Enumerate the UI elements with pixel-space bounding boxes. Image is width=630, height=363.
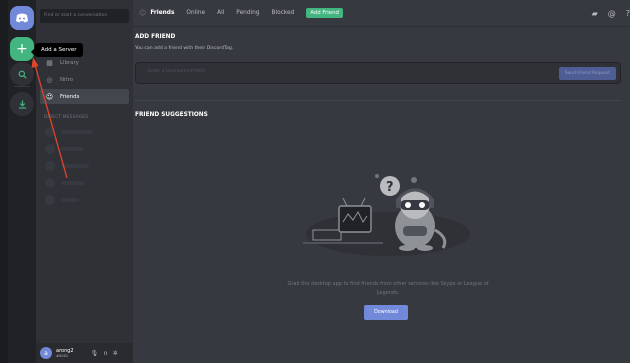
library-icon: ▦ <box>46 58 53 67</box>
microphone-icon[interactable]: 🎙︎ <box>91 350 99 357</box>
friends-icon: ☺ <box>45 92 54 101</box>
dm-placeholder <box>45 161 125 171</box>
tab-all[interactable]: All <box>217 10 224 16</box>
wumpus-tv-illustration: ? <box>303 174 470 256</box>
dm-placeholder <box>45 144 125 154</box>
help-icon[interactable]: ? <box>626 9 630 18</box>
suggestions-message: Grab the desktop app to find friends fro… <box>287 281 489 296</box>
dm-placeholder <box>45 195 125 205</box>
username-input[interactable]: Enter a Username#0000 <box>148 69 205 74</box>
add-friend-title: ADD FRIEND <box>135 34 176 40</box>
avatar[interactable]: a <box>40 347 52 359</box>
discord-home-button[interactable] <box>10 6 34 30</box>
rail-separator <box>14 86 30 87</box>
tab-blocked[interactable]: Blocked <box>271 10 294 16</box>
main-content: ☺ Friends Online All Pending Blocked Add… <box>133 0 630 363</box>
plus-icon: + <box>16 41 28 57</box>
download-icon <box>18 100 26 109</box>
tab-pending[interactable]: Pending <box>236 10 259 16</box>
dm-placeholder <box>45 127 125 137</box>
find-conversation-search[interactable]: Find or start a conversation <box>40 9 129 23</box>
discord-logo-icon <box>16 13 28 23</box>
sidebar-item-label: Library <box>60 59 79 66</box>
mentions-icon[interactable]: @ <box>608 9 616 18</box>
dm-placeholder <box>45 178 125 188</box>
new-group-dm-icon[interactable]: ▰ <box>592 9 598 18</box>
sidebar-item-label: Nitro <box>60 76 74 83</box>
sidebar-item-library[interactable]: ▦ Library <box>40 55 129 70</box>
download-button[interactable]: Download <box>364 305 408 320</box>
friends-topbar: ☺ Friends Online All Pending Blocked Add… <box>133 0 630 27</box>
user-panel: a arong2 #0001 🎙︎ ∩ ✲ <box>36 343 133 363</box>
friends-icon: ☺ <box>139 9 147 17</box>
sidebar-item-label: Friends <box>60 93 80 100</box>
nitro-icon: ◎ <box>46 75 53 84</box>
search-icon <box>18 70 27 79</box>
direct-messages-header: DIRECT MESSAGES <box>44 114 89 119</box>
send-friend-request-button[interactable]: Send Friend Request <box>558 67 616 80</box>
explore-servers-button[interactable] <box>10 62 34 86</box>
page-title: Friends <box>150 10 175 16</box>
tab-add-friend[interactable]: Add Friend <box>306 8 343 18</box>
friend-suggestions-title: FRIEND SUGGESTIONS <box>135 112 208 118</box>
add-friend-box: Enter a Username#0000 Send Friend Reques… <box>135 62 621 84</box>
sidebar-item-nitro[interactable]: ◎ Nitro <box>40 72 129 87</box>
download-apps-button[interactable] <box>10 92 34 116</box>
gear-icon[interactable]: ✲ <box>113 350 118 357</box>
sidebar-item-friends[interactable]: ☺ Friends <box>40 89 129 104</box>
svg-text:?: ? <box>386 180 394 195</box>
tab-online[interactable]: Online <box>186 10 205 16</box>
add-friend-description: You can add a friend with their DiscordT… <box>135 46 234 51</box>
add-server-tooltip: Add a Server <box>31 43 83 57</box>
headphones-icon[interactable]: ∩ <box>103 350 107 357</box>
user-tag: #0001 <box>56 354 69 358</box>
section-divider <box>135 100 621 101</box>
